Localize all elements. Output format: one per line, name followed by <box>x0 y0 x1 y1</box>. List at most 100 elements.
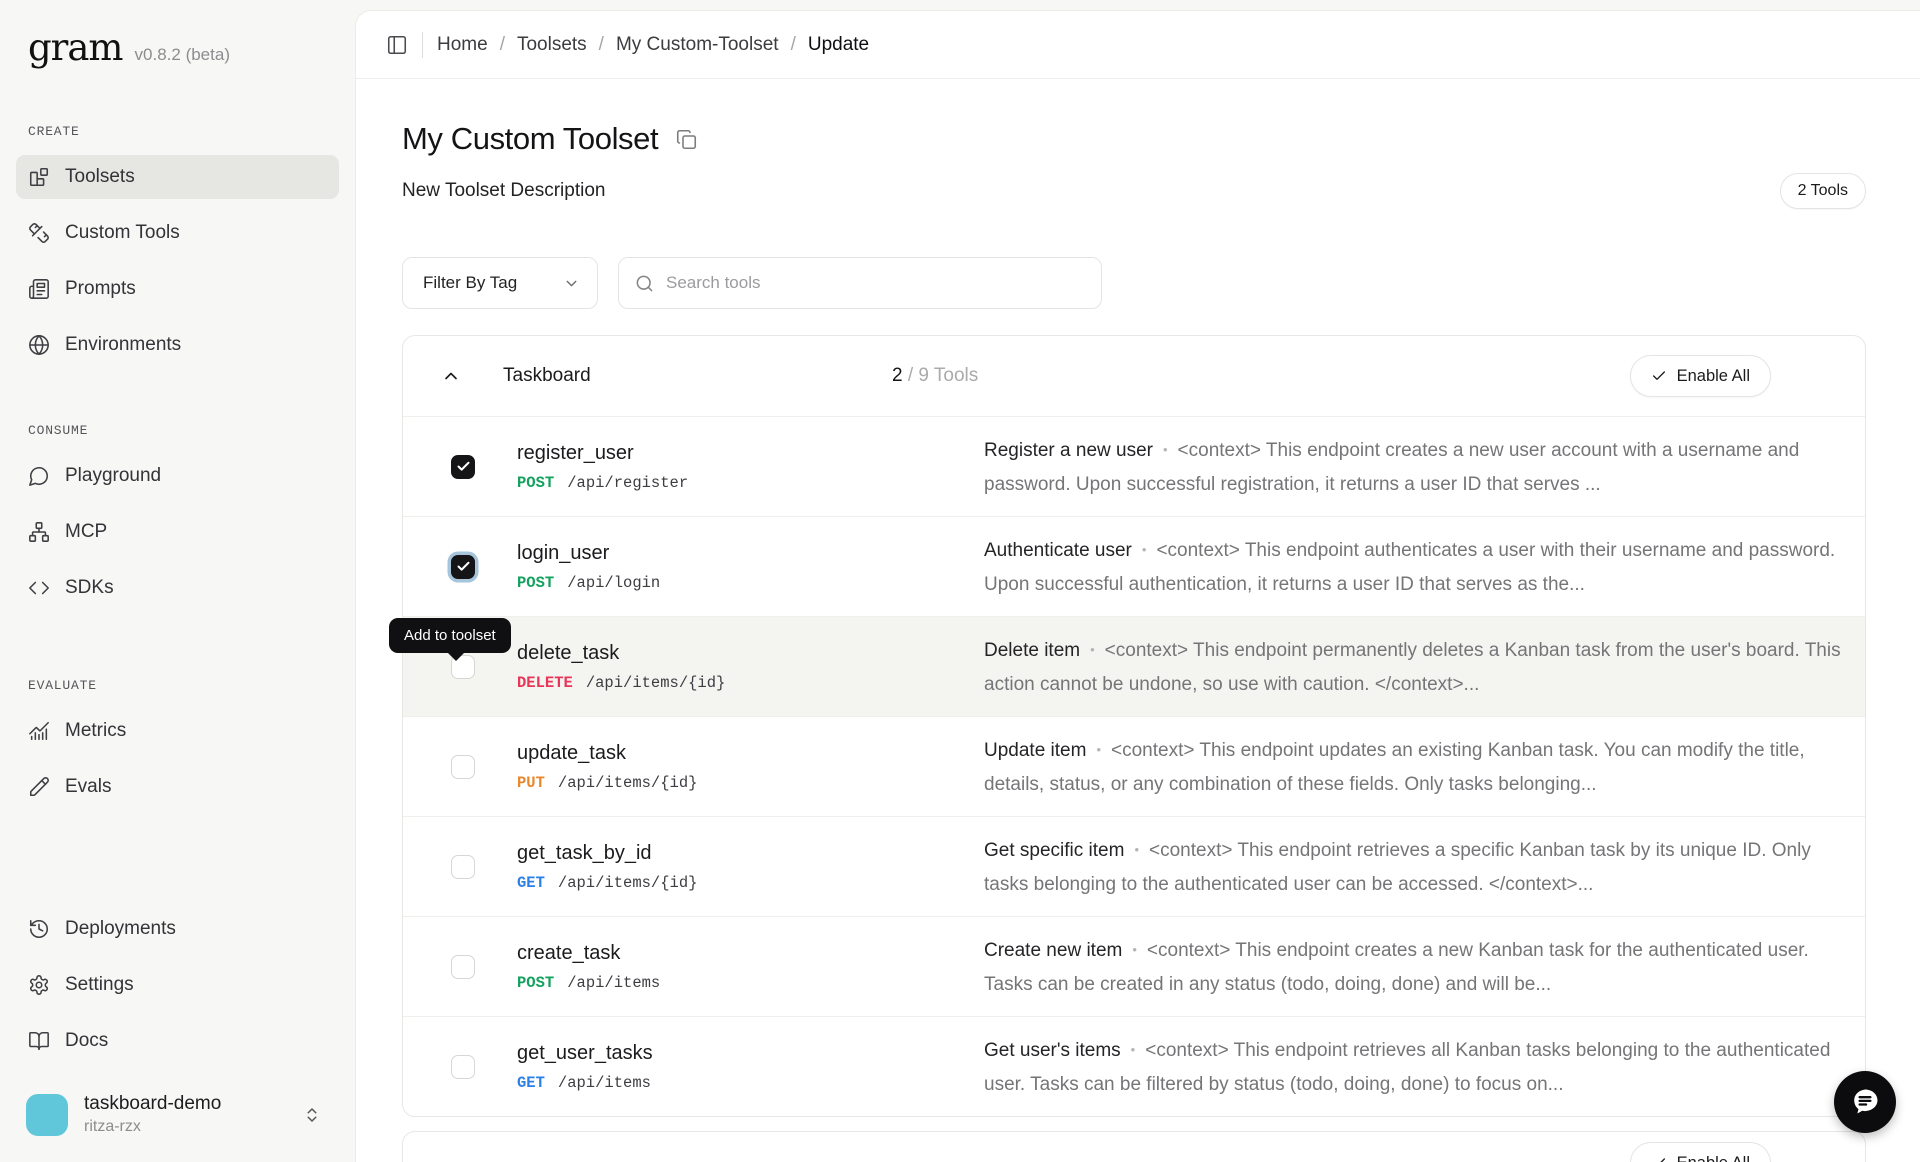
chevron-down-icon <box>563 275 580 292</box>
gear-icon <box>28 974 50 996</box>
chat-icon <box>1848 1085 1882 1119</box>
tool-checkbox[interactable] <box>451 1055 475 1079</box>
enable-all-button[interactable]: Enable All <box>1630 355 1771 397</box>
filter-by-tag-label: Filter By Tag <box>423 273 517 293</box>
sidebar-item-label: Environments <box>65 334 181 356</box>
breadcrumb-separator: / <box>599 34 604 56</box>
chat-support-button[interactable] <box>1834 1071 1896 1133</box>
sidebar-item-label: Evals <box>65 776 111 798</box>
sidebar-toggle-icon[interactable] <box>386 34 408 56</box>
endpoint-path: /api/items <box>567 974 660 992</box>
sidebar-item-docs[interactable]: Docs <box>16 1019 339 1063</box>
tool-checkbox[interactable] <box>451 755 475 779</box>
endpoint-path: /api/items <box>558 1074 651 1092</box>
page-title: My Custom Toolset <box>402 121 658 157</box>
sidebar-item-label: Custom Tools <box>65 222 180 244</box>
breadcrumb-separator: / <box>791 34 796 56</box>
breadcrumb-home[interactable]: Home <box>437 34 488 56</box>
tool-description: Update item•<context> This endpoint upda… <box>984 717 1865 816</box>
add-to-toolset-tooltip: Add to toolset <box>389 618 511 653</box>
search-tools-box <box>618 257 1102 309</box>
code-brackets-icon <box>28 577 50 599</box>
sidebar-item-label: Deployments <box>65 918 176 940</box>
search-tools-input[interactable] <box>666 258 1085 308</box>
tool-endpoint: GET/api/items <box>517 1074 653 1092</box>
sidebar-item-custom-tools[interactable]: Custom Tools <box>16 211 339 255</box>
breadcrumb: Home / Toolsets / My Custom-Toolset / Up… <box>356 11 1920 79</box>
sidebar-item-metrics[interactable]: Metrics <box>16 709 339 753</box>
sidebar-item-evals[interactable]: Evals <box>16 765 339 809</box>
tool-group-next: Enable All <box>402 1131 1866 1162</box>
book-open-icon <box>28 1030 50 1052</box>
section-label-evaluate: EVALUATE <box>16 678 339 693</box>
toolset-description: New Toolset Description <box>402 180 605 202</box>
section-label-create: CREATE <box>16 124 339 139</box>
breadcrumb-separator: / <box>500 34 505 56</box>
enable-all-button[interactable]: Enable All <box>1630 1142 1771 1162</box>
account-name: taskboard-demo <box>84 1093 287 1115</box>
sidebar-item-sdks[interactable]: SDKs <box>16 566 339 610</box>
copy-icon[interactable] <box>676 129 697 150</box>
tool-description: Get specific item•<context> This endpoin… <box>984 817 1865 916</box>
sidebar-item-playground[interactable]: Playground <box>16 454 339 498</box>
tool-row: register_user POST/api/register Register… <box>403 416 1865 516</box>
tool-checkbox[interactable] <box>451 455 475 479</box>
http-method: POST <box>517 474 554 492</box>
tool-checkbox[interactable] <box>451 855 475 879</box>
tool-name: register_user <box>517 442 688 465</box>
tool-endpoint: POST/api/items <box>517 974 660 992</box>
chart-icon <box>28 720 50 742</box>
app-version: v0.8.2 (beta) <box>135 45 230 65</box>
http-method: POST <box>517 974 554 992</box>
globe-icon <box>28 334 50 356</box>
breadcrumb-toolsets[interactable]: Toolsets <box>517 34 587 56</box>
check-icon <box>1651 1155 1667 1162</box>
tool-checkbox[interactable] <box>451 955 475 979</box>
tool-endpoint: PUT/api/items/{id} <box>517 774 697 792</box>
pencil-ruler-icon <box>28 222 50 244</box>
sidebar-item-toolsets[interactable]: Toolsets <box>16 155 339 199</box>
endpoint-path: /api/login <box>567 574 660 592</box>
http-method: POST <box>517 574 554 592</box>
sidebar-item-settings[interactable]: Settings <box>16 963 339 1007</box>
endpoint-path: /api/items/{id} <box>558 874 698 892</box>
http-method: GET <box>517 1074 545 1092</box>
group-name: Taskboard <box>503 365 591 387</box>
tool-description: Create new item•<context> This endpoint … <box>984 917 1865 1016</box>
network-icon <box>28 521 50 543</box>
chevron-up-icon[interactable] <box>439 364 463 388</box>
tool-group-taskboard: Taskboard 2 / 9 Tools Enable All registe… <box>402 335 1866 1117</box>
tool-checkbox[interactable] <box>451 555 475 579</box>
filter-by-tag-dropdown[interactable]: Filter By Tag <box>402 257 598 309</box>
tool-row: login_user POST/api/login Authenticate u… <box>403 516 1865 616</box>
app-logo[interactable]: gram v0.8.2 (beta) <box>16 26 339 74</box>
sidebar-item-deployments[interactable]: Deployments <box>16 907 339 951</box>
group-tool-count: 2 / 9 Tools <box>892 365 978 387</box>
tool-name: create_task <box>517 942 660 965</box>
sidebar-item-mcp[interactable]: MCP <box>16 510 339 554</box>
sidebar-item-prompts[interactable]: Prompts <box>16 267 339 311</box>
sidebar-footer: Deployments Settings Docs taskboard-demo… <box>16 907 339 1142</box>
pencil-icon <box>28 776 50 798</box>
endpoint-path: /api/items/{id} <box>558 774 698 792</box>
tool-description: Delete item•<context> This endpoint perm… <box>984 617 1865 716</box>
sidebar-item-label: Prompts <box>65 278 136 300</box>
avatar <box>26 1094 68 1136</box>
tool-name: get_user_tasks <box>517 1042 653 1065</box>
group-header: Taskboard 2 / 9 Tools Enable All <box>403 336 1865 416</box>
sidebar-nav: CREATE Toolsets Custom Tools Prompts Env… <box>16 124 339 821</box>
chevrons-up-down-icon <box>303 1106 321 1124</box>
section-label-consume: CONSUME <box>16 423 339 438</box>
sidebar-item-label: SDKs <box>65 577 114 599</box>
account-switcher[interactable]: taskboard-demo ritza-rzx <box>16 1093 339 1142</box>
sidebar-item-environments[interactable]: Environments <box>16 323 339 367</box>
chat-bubble-icon <box>28 465 50 487</box>
sidebar-item-label: Settings <box>65 974 134 996</box>
tool-name: login_user <box>517 542 660 565</box>
breadcrumb-toolset-name[interactable]: My Custom-Toolset <box>616 34 779 56</box>
check-icon <box>1651 368 1667 384</box>
tool-endpoint: POST/api/login <box>517 574 660 592</box>
account-org: ritza-rzx <box>84 1118 287 1136</box>
tool-description: Authenticate user•<context> This endpoin… <box>984 517 1865 616</box>
divider <box>422 32 423 58</box>
